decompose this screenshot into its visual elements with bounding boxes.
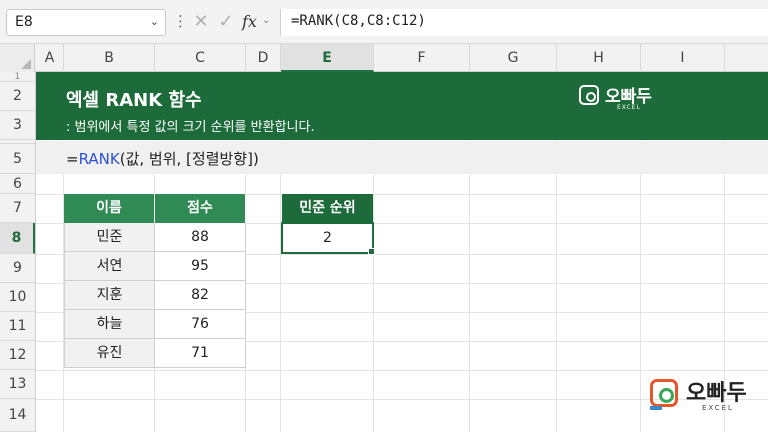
row-header-3[interactable]: 3 bbox=[0, 111, 35, 140]
table-cell-name[interactable]: 서연 bbox=[64, 252, 155, 281]
column-header-i[interactable]: I bbox=[641, 44, 725, 72]
brand-logo-bottom: 오빠두 EXCEL bbox=[650, 374, 760, 419]
fill-handle[interactable] bbox=[368, 248, 375, 255]
insert-function-icon[interactable]: fx bbox=[242, 9, 257, 35]
table-header-score[interactable]: 점수 bbox=[155, 194, 246, 223]
formula-input[interactable]: =RANK(C8,C8:C12) bbox=[280, 9, 768, 36]
row-header-11[interactable]: 11 bbox=[0, 312, 35, 341]
select-all-icon bbox=[21, 59, 31, 69]
row-header: 1 2 3 4 5 6 7 8 9 10 11 12 13 14 bbox=[0, 72, 36, 432]
table-cell-name[interactable]: 유진 bbox=[64, 339, 155, 368]
column-header-h[interactable]: H bbox=[557, 44, 641, 72]
formula-bar: E8 ⌄ ⋮ ✕ ✓ fx ⌄ =RANK(C8,C8:C12) bbox=[0, 0, 768, 44]
table-cell-score[interactable]: 76 bbox=[155, 310, 246, 339]
row-header-10[interactable]: 10 bbox=[0, 283, 35, 312]
syntax-prefix: = bbox=[66, 150, 79, 168]
column-header-d[interactable]: D bbox=[246, 44, 281, 72]
column-header-b[interactable]: B bbox=[64, 44, 155, 72]
title-banner: 엑셀 RANK 함수 : 범위에서 특정 값의 크기 순위를 반환합니다. 오빠… bbox=[36, 72, 768, 140]
row-header-7[interactable]: 7 bbox=[0, 194, 35, 223]
row-header-14[interactable]: 14 bbox=[0, 399, 35, 432]
row-header-1[interactable]: 1 bbox=[0, 72, 35, 82]
enter-check-icon[interactable]: ✓ bbox=[215, 9, 237, 35]
table-cell-score[interactable]: 71 bbox=[155, 339, 246, 368]
rank-header[interactable]: 민준 순위 bbox=[282, 194, 373, 223]
brand-logo-icon bbox=[579, 85, 599, 105]
column-header-c[interactable]: C bbox=[155, 44, 246, 72]
syntax-text: =RANK(값, 범위, [정렬방향]) bbox=[66, 148, 259, 169]
table-cell-name[interactable]: 민준 bbox=[64, 223, 155, 252]
banner-title: 엑셀 RANK 함수 bbox=[66, 90, 202, 111]
brand-logo-subtext: EXCEL bbox=[702, 404, 734, 412]
column-header-g[interactable]: G bbox=[470, 44, 557, 72]
select-all-corner[interactable] bbox=[0, 44, 35, 72]
table-cell-score[interactable]: 82 bbox=[155, 281, 246, 310]
formula-text: =RANK(C8,C8:C12) bbox=[291, 13, 426, 29]
brand-logo-subtext: EXCEL bbox=[617, 104, 641, 111]
table-cell-name[interactable]: 지훈 bbox=[64, 281, 155, 310]
row-header-8[interactable]: 8 bbox=[0, 223, 35, 254]
column-header-a[interactable]: A bbox=[36, 44, 64, 72]
brand-logo: 오빠두 EXCEL bbox=[579, 81, 659, 115]
column-header: A B C D E F G H I bbox=[0, 44, 768, 72]
banner-subtitle: : 범위에서 특정 값의 크기 순위를 반환합니다. bbox=[66, 120, 315, 135]
chevron-down-icon[interactable]: ⌄ bbox=[150, 15, 159, 28]
more-vertical-icon[interactable]: ⋮ bbox=[173, 11, 188, 31]
row-header-2[interactable]: 2 bbox=[0, 82, 35, 111]
table-cell-score[interactable]: 88 bbox=[155, 223, 246, 252]
table-cell-name[interactable]: 하늘 bbox=[64, 310, 155, 339]
table-cell-score[interactable]: 95 bbox=[155, 252, 246, 281]
table-header-name[interactable]: 이름 bbox=[64, 194, 155, 223]
syntax-function-name: RANK bbox=[78, 150, 120, 168]
column-header-e[interactable]: E bbox=[281, 44, 374, 72]
syntax-arguments: (값, 범위, [정렬방향]) bbox=[119, 150, 259, 168]
syntax-row: =RANK(값, 범위, [정렬방향]) bbox=[36, 141, 768, 174]
row-header-5[interactable]: 5 bbox=[0, 144, 35, 174]
row-header-9[interactable]: 9 bbox=[0, 254, 35, 283]
row-header-6[interactable]: 6 bbox=[0, 174, 35, 194]
name-box[interactable]: E8 ⌄ bbox=[6, 9, 166, 36]
column-header-f[interactable]: F bbox=[374, 44, 470, 72]
cancel-icon[interactable]: ✕ bbox=[190, 9, 212, 35]
chevron-down-icon[interactable]: ⌄ bbox=[262, 15, 270, 26]
brand-logo-text: 오빠두 bbox=[686, 381, 747, 406]
name-box-value: E8 bbox=[15, 14, 33, 30]
row-header-13[interactable]: 13 bbox=[0, 370, 35, 399]
brand-logo-icon bbox=[650, 379, 678, 410]
grid-line bbox=[36, 370, 768, 371]
row-header-12[interactable]: 12 bbox=[0, 341, 35, 370]
rank-result-cell[interactable]: 2 bbox=[281, 222, 374, 254]
